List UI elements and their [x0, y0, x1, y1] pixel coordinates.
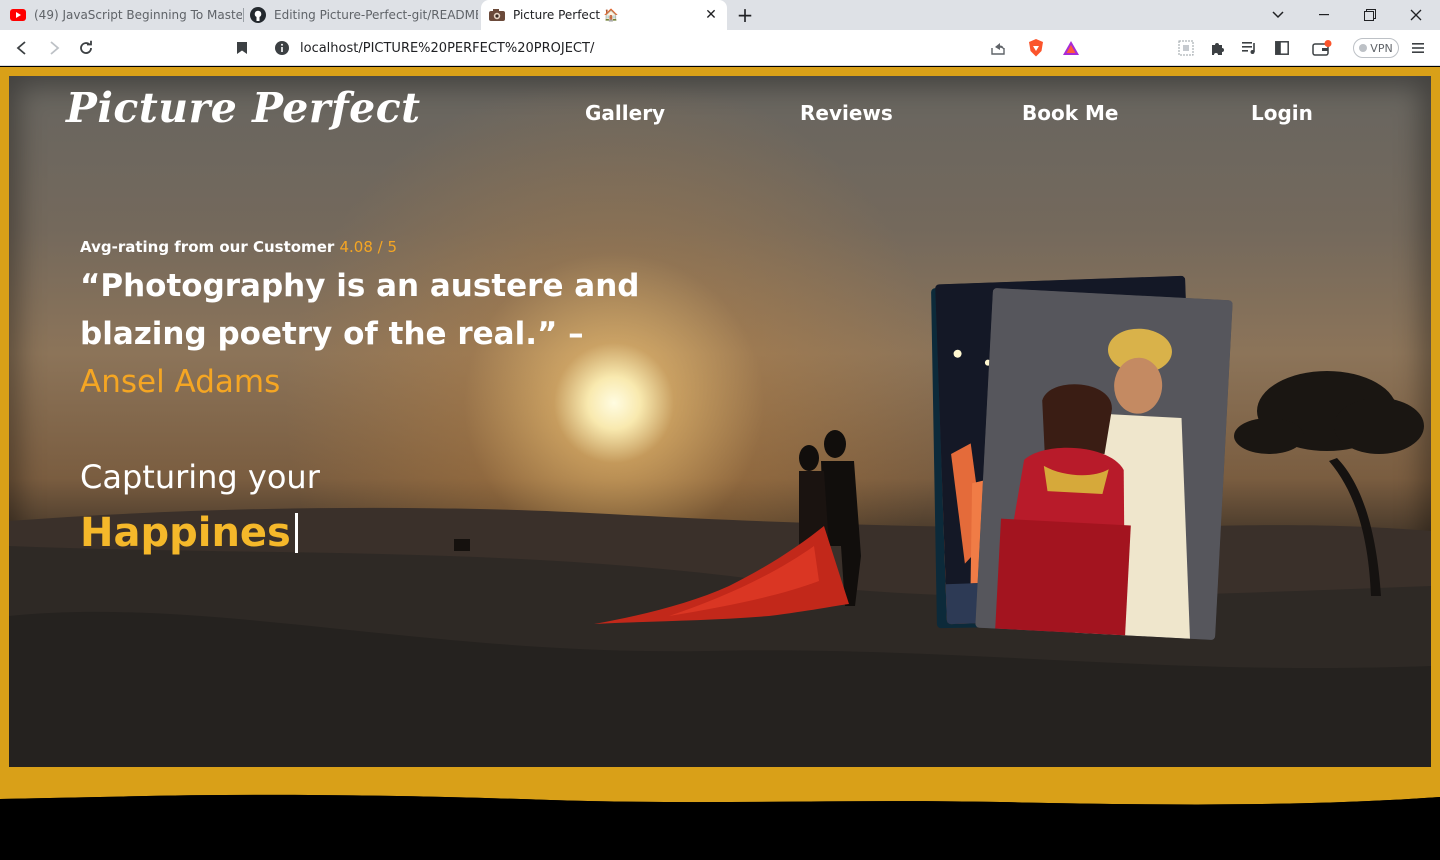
tab-strip: (49) JavaScript Beginning To Mastery C E…	[0, 0, 1440, 30]
youtube-icon	[10, 7, 26, 23]
wedding-portrait-photo	[975, 287, 1233, 641]
rating-label: Avg-rating from our Customer	[80, 238, 340, 256]
quote-author: Ansel Adams	[80, 364, 281, 400]
reload-icon[interactable]	[74, 36, 98, 60]
typing-cursor	[294, 513, 298, 553]
page-viewport: Picture Perfect Gallery Reviews Book Me …	[0, 67, 1440, 860]
site-logo[interactable]: Picture Perfect	[66, 84, 421, 132]
vpn-button[interactable]: VPN	[1353, 38, 1399, 58]
restore-button[interactable]	[1347, 0, 1393, 30]
wallet-icon[interactable]	[1310, 36, 1334, 60]
vpn-label: VPN	[1370, 41, 1393, 55]
github-icon	[250, 7, 266, 23]
close-tab-icon[interactable]: ✕	[703, 7, 719, 23]
tab-youtube[interactable]: (49) JavaScript Beginning To Mastery C	[10, 0, 242, 30]
bottom-wave-divider	[0, 767, 1440, 860]
extensions-puzzle-icon[interactable]	[1206, 36, 1230, 60]
rating-score: 4.08 / 5	[339, 238, 398, 256]
url-text: localhost/PICTURE%20PERFECT%20PROJECT/	[300, 40, 595, 56]
typewriter-text: Happines	[80, 510, 298, 556]
address-bar[interactable]: localhost/PICTURE%20PERFECT%20PROJECT/	[264, 34, 1090, 62]
quote-text: “Photography is an austere and blazing p…	[80, 268, 640, 352]
new-tab-button[interactable]: +	[734, 3, 756, 27]
bookmark-icon[interactable]	[230, 36, 254, 60]
forward-icon[interactable]	[42, 36, 66, 60]
media-playlist-icon[interactable]	[1238, 36, 1262, 60]
tab-title: Picture Perfect 🏠	[513, 8, 619, 22]
vpn-status-icon	[1359, 44, 1368, 52]
nav-gallery[interactable]: Gallery	[585, 101, 665, 125]
sidebar-icon[interactable]	[1270, 36, 1294, 60]
minimize-button[interactable]	[1301, 0, 1347, 30]
browser-toolbar: localhost/PICTURE%20PERFECT%20PROJECT/ V…	[0, 30, 1440, 66]
brave-rewards-icon[interactable]	[1059, 36, 1083, 60]
capture-heading: Capturing your	[80, 458, 320, 496]
typed-word: Happines	[80, 510, 291, 556]
tab-search-chevron-icon[interactable]	[1255, 0, 1301, 30]
nav-reviews[interactable]: Reviews	[800, 101, 893, 125]
brave-shields-icon[interactable]	[1024, 36, 1048, 60]
menu-icon[interactable]	[1406, 36, 1430, 60]
camera-favicon	[489, 7, 505, 23]
share-icon[interactable]	[986, 36, 1010, 60]
close-window-button[interactable]	[1393, 0, 1439, 30]
hero-section	[9, 76, 1431, 770]
tab-picture-perfect[interactable]: Picture Perfect 🏠 ✕	[481, 0, 727, 30]
avg-rating: Avg-rating from our Customer 4.08 / 5	[80, 238, 397, 256]
hero-quote: “Photography is an austere and blazing p…	[80, 262, 640, 406]
nav-login[interactable]: Login	[1251, 101, 1313, 125]
tab-github[interactable]: Editing Picture-Perfect-git/README.m	[250, 0, 478, 30]
back-icon[interactable]	[10, 36, 34, 60]
tab-separator	[243, 8, 244, 22]
tab-title: Editing Picture-Perfect-git/README.m	[274, 8, 478, 22]
tab-title: (49) JavaScript Beginning To Mastery C	[34, 8, 242, 22]
nav-book-me[interactable]: Book Me	[1022, 101, 1118, 125]
bride-groom-portrait	[975, 287, 1233, 641]
extension-grid-icon[interactable]	[1174, 36, 1198, 60]
info-icon[interactable]	[274, 40, 290, 56]
